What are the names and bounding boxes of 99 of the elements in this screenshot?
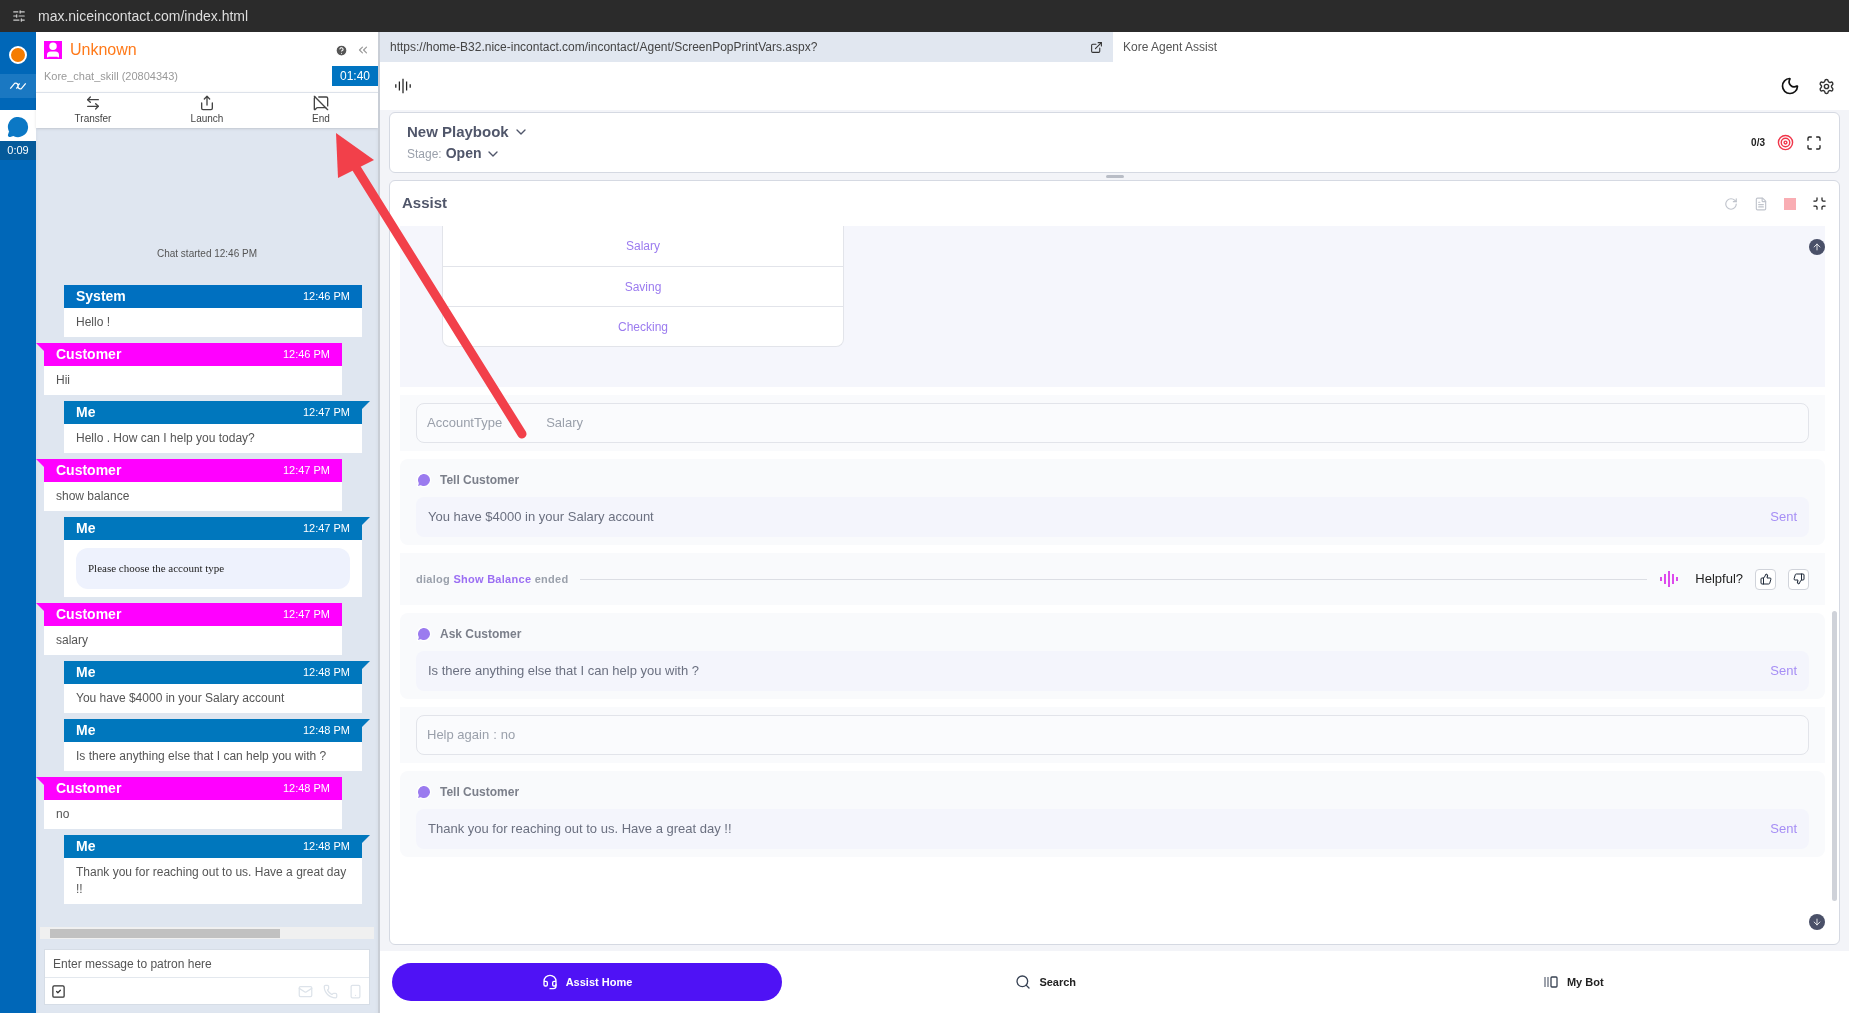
action-button[interactable]: Transfer xyxy=(36,93,150,128)
assist-title: Assist xyxy=(402,193,448,214)
dialog-ended-text: dialog Show Balance ended xyxy=(416,571,569,587)
sender-name: System xyxy=(76,287,126,306)
sent-status: Sent xyxy=(1770,508,1797,527)
scroll-down-button[interactable] xyxy=(1809,914,1825,930)
skill-name: Kore_chat_skill (20804343) xyxy=(44,68,178,84)
frame-tab[interactable]: Kore Agent Assist xyxy=(1113,32,1228,62)
action-button[interactable]: Launch xyxy=(150,93,264,128)
chat-started-text: Chat started 12:46 PM xyxy=(155,247,259,261)
composer-box[interactable]: Enter message to patron here xyxy=(44,949,370,1005)
sent-status: Sent xyxy=(1770,820,1797,839)
message-input[interactable]: Enter message to patron here xyxy=(45,950,369,978)
arrow-up-icon xyxy=(1812,242,1822,252)
message-time: 12:47 PM xyxy=(282,463,330,479)
stage-dropdown[interactable]: Open xyxy=(445,143,502,165)
step-label: Tell Customer xyxy=(440,784,520,801)
nav-tab[interactable]: Assist Home xyxy=(392,963,782,1001)
transfer-icon xyxy=(85,95,101,111)
nav-tab[interactable]: My Bot xyxy=(1309,963,1837,1001)
chat-bubble-icon xyxy=(416,784,432,800)
message-time: 12:48 PM xyxy=(302,665,350,681)
chat-icon[interactable] xyxy=(7,116,29,138)
sent-status: Sent xyxy=(1770,662,1797,681)
message-text: Hello ! xyxy=(76,315,110,329)
playbook-dropdown[interactable]: New Playbook xyxy=(407,120,529,144)
message-time: 12:47 PM xyxy=(282,607,330,623)
contact-name: Unknown xyxy=(70,40,137,60)
entity-label: Help again xyxy=(427,726,490,745)
status-icon[interactable] xyxy=(9,46,27,64)
browser-url[interactable]: max.niceincontact.com/index.html xyxy=(38,5,249,27)
checklist-icon[interactable] xyxy=(51,983,66,999)
helpful-label: Helpful? xyxy=(1695,570,1743,589)
entity-value: no xyxy=(500,726,516,745)
message-text: Thank you for reaching out to us. Have a great day !! xyxy=(76,865,347,896)
message-text: show balance xyxy=(56,489,130,503)
message-time: 12:48 PM xyxy=(282,781,330,797)
moon-icon[interactable] xyxy=(1780,76,1800,96)
step-label: Tell Customer xyxy=(440,472,520,489)
message-text: Is there anything else that I can help you with ? xyxy=(428,662,699,681)
entity-value: Salary xyxy=(546,414,583,433)
sender-name: Me xyxy=(76,519,96,538)
site-settings-icon[interactable] xyxy=(12,9,26,23)
sender-name: Me xyxy=(76,721,96,740)
message-time: 12:48 PM xyxy=(302,723,350,739)
message-text: Hii xyxy=(56,373,70,387)
thumbs-down-icon xyxy=(1792,573,1805,585)
frame-url: https://home-B32.nice-incontact.com/incontact/Agent/ScreenPopPrintVars.aspx? xyxy=(390,39,818,56)
sender-name: Me xyxy=(76,837,96,856)
message-text: You have $4000 in your Salary account xyxy=(76,691,285,705)
message-text: You have $4000 in your Salary account xyxy=(428,508,654,527)
message-time: 12:46 PM xyxy=(302,289,350,305)
contact-timer: 01:40 xyxy=(331,66,378,86)
chat-bubble-icon xyxy=(416,626,432,642)
thumbs-down-button[interactable] xyxy=(1788,568,1809,590)
external-link-icon[interactable] xyxy=(1090,40,1103,54)
search-icon xyxy=(1015,974,1032,990)
message-card: Please choose the account type xyxy=(76,548,350,589)
collapse-icon[interactable] xyxy=(1812,196,1827,211)
message-text: Thank you for reaching out to us. Have a great day !! xyxy=(428,820,732,839)
fullscreen-icon[interactable] xyxy=(1806,134,1822,151)
sender-name: Customer xyxy=(56,605,122,624)
settings-icon[interactable] xyxy=(1818,77,1835,95)
entity-separator: : xyxy=(493,726,497,745)
nav-tab[interactable]: Search xyxy=(782,963,1310,1001)
thumbs-up-icon xyxy=(1759,573,1772,585)
sender-name: Customer xyxy=(56,461,122,480)
chat-timer: 0:09 xyxy=(0,141,36,160)
sender-name: Me xyxy=(76,663,96,682)
message-text: salary xyxy=(56,633,88,647)
headset-icon xyxy=(541,974,558,990)
upload-icon xyxy=(199,95,215,111)
message-text: Hello . How can I help you today? xyxy=(76,431,255,445)
stage-label: Stage: xyxy=(407,145,442,163)
progress-count: 0/3 xyxy=(1751,136,1765,150)
person-icon xyxy=(44,41,62,59)
sender-name: Customer xyxy=(56,779,122,798)
message-time: 12:46 PM xyxy=(282,347,330,363)
help-icon[interactable] xyxy=(335,43,348,57)
link-icon[interactable] xyxy=(0,74,36,98)
scrollbar-thumb[interactable] xyxy=(1832,611,1837,901)
end-chat-icon xyxy=(313,95,329,111)
sender-name: Customer xyxy=(56,345,122,364)
message-time: 12:47 PM xyxy=(302,521,350,537)
message-text: no xyxy=(56,807,70,821)
message-time: 12:48 PM xyxy=(302,839,350,855)
entity-label: AccountType xyxy=(427,414,503,433)
step-label: Ask Customer xyxy=(440,626,522,643)
arrow-down-icon xyxy=(1812,917,1822,927)
chat-bubble-icon xyxy=(416,472,432,488)
sender-name: Me xyxy=(76,403,96,422)
action-button[interactable]: End xyxy=(264,93,378,128)
message-time: 12:47 PM xyxy=(302,405,350,421)
voice-wave-icon xyxy=(394,77,412,95)
target-icon[interactable] xyxy=(1777,134,1794,151)
bot-icon xyxy=(1542,974,1559,990)
horizontal-scrollbar[interactable] xyxy=(40,927,374,939)
message-text: Is there anything else that I can help you with ? xyxy=(76,749,327,763)
thumbs-up-button[interactable] xyxy=(1755,568,1776,590)
